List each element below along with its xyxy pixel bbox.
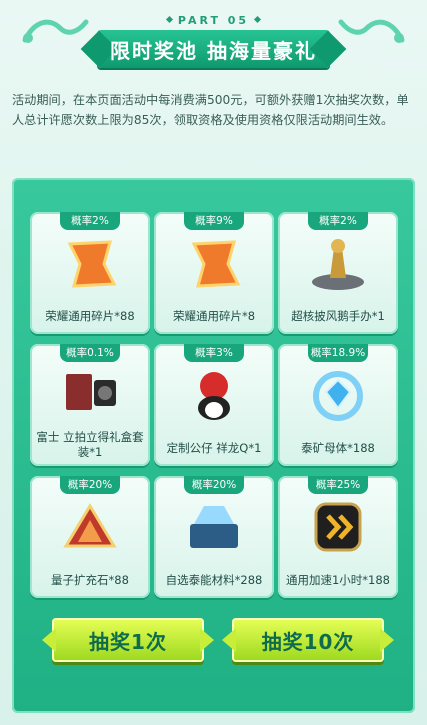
camera-gift-icon	[66, 374, 116, 410]
quantum-stone-icon	[63, 503, 117, 548]
prize-rate: 概率2%	[308, 212, 368, 230]
figure-icon	[312, 239, 364, 290]
page-title: 限时奖池 抽海量豪礼	[110, 38, 317, 63]
draw-once-button[interactable]: 抽奖1次	[52, 618, 204, 662]
prize-card: 概率18.9% 泰矿母体*188	[278, 344, 398, 466]
prize-rate: 概率2%	[60, 212, 120, 230]
event-description: 活动期间，在本页面活动中每消费满500元，可额外获赠1次抽奖次数，单人总计许愿次…	[12, 93, 409, 127]
prize-name: 通用加速1小时*188	[285, 573, 391, 587]
prize-rate: 概率20%	[60, 476, 120, 494]
honor-fragment-icon	[67, 240, 117, 288]
material-chest-icon	[190, 506, 238, 548]
prize-name: 荣耀通用碎片*8	[172, 309, 256, 323]
prize-card: 概率25% 通用加速1小时*188	[278, 476, 398, 598]
prize-card: 概率2% 荣耀通用碎片*88	[30, 212, 150, 334]
prize-rate: 概率18.9%	[308, 344, 368, 362]
header: PART 05 限时奖池 抽海量豪礼	[0, 0, 427, 80]
prize-card: 概率20% 量子扩充石*88	[30, 476, 150, 598]
prize-card: 概率20% 自选泰能材料*288	[154, 476, 274, 598]
doll-icon	[198, 372, 230, 420]
draw-ten-button[interactable]: 抽奖10次	[232, 618, 384, 662]
prize-rate: 概率9%	[184, 212, 244, 230]
prize-card: 概率3% 定制公仔 祥龙Q*1	[154, 344, 274, 466]
honor-fragment-icon	[191, 240, 241, 288]
prize-name: 定制公仔 祥龙Q*1	[166, 441, 262, 455]
prize-name: 富士 立拍立得礼盒套装*1	[36, 430, 144, 459]
speedup-icon	[314, 502, 362, 552]
crystal-icon	[313, 371, 363, 421]
prize-card: 概率9% 荣耀通用碎片*8	[154, 212, 274, 334]
dragon-right-icon	[338, 19, 405, 43]
prize-name: 泰矿母体*188	[301, 441, 375, 455]
prize-rate: 概率0.1%	[60, 344, 120, 362]
title-ribbon: 限时奖池 抽海量豪礼	[97, 30, 330, 68]
prize-name: 荣耀通用碎片*88	[45, 309, 135, 323]
prize-card: 概率0.1% 富士 立拍立得礼盒套装*1	[30, 344, 150, 466]
prize-grid: 概率2% 荣耀通用碎片*88 概率9% 荣耀通用碎片*8 概率2% 超核披风鹅手…	[30, 212, 398, 632]
prize-card: 概率2% 超核披风鹅手办*1	[278, 212, 398, 334]
prize-rate: 概率25%	[308, 476, 368, 494]
prize-name: 量子扩充石*88	[51, 573, 129, 587]
prize-rate: 概率3%	[184, 344, 244, 362]
prize-name: 自选泰能材料*288	[165, 573, 263, 587]
prize-name: 超核披风鹅手办*1	[291, 309, 385, 323]
prize-rate: 概率20%	[184, 476, 244, 494]
